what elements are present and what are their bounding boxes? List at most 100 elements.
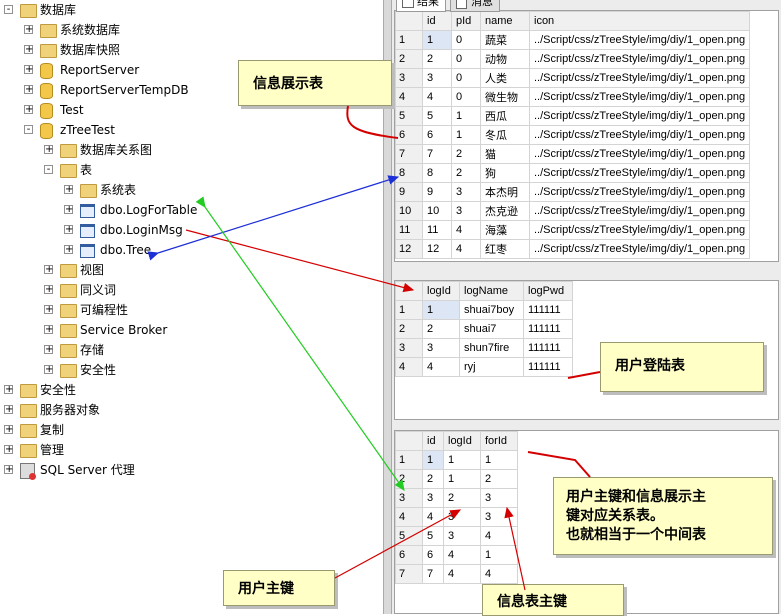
row-number[interactable]: 1 bbox=[395, 30, 423, 50]
table-row[interactable]: 1 1 0 蔬菜 ../Script/css/zTreeStyle/img/diy/1_… bbox=[395, 30, 751, 50]
table-cell[interactable]: 1 bbox=[451, 106, 481, 126]
table-cell[interactable]: 9 bbox=[422, 182, 452, 202]
table-row[interactable]: 10 10 3 杰克逊 ../Script/css/zTreeStyle/img/diy… bbox=[395, 201, 751, 221]
table-cell[interactable]: 4 bbox=[443, 564, 481, 584]
table-row[interactable]: 8 8 2 狗 ../Script/css/zTreeStyle/img/diy/1_o… bbox=[395, 163, 751, 183]
table-cell[interactable]: 4 bbox=[422, 87, 452, 107]
table-cell[interactable]: 111111 bbox=[523, 300, 573, 320]
table-cell[interactable]: ../Script/css/zTreeStyle/img/diy/1_open.… bbox=[528, 125, 751, 145]
collapse-icon[interactable]: - bbox=[4, 5, 13, 15]
table-cell[interactable]: ../Script/css/zTreeStyle/img/diy/1_open.… bbox=[528, 182, 751, 202]
row-number[interactable]: 11 bbox=[395, 220, 423, 240]
table-cell[interactable]: 4 bbox=[422, 357, 460, 377]
row-number[interactable]: 6 bbox=[395, 545, 423, 565]
table-row[interactable]: 9 9 3 本杰明 ../Script/css/zTreeStyle/img/diy/1… bbox=[395, 182, 751, 202]
table-cell[interactable]: 4 bbox=[443, 545, 481, 565]
row-number[interactable]: 2 bbox=[395, 319, 423, 339]
column-header[interactable]: logId bbox=[443, 431, 481, 451]
table-cell[interactable]: 3 bbox=[422, 488, 444, 508]
expand-icon[interactable]: + bbox=[44, 305, 53, 315]
table-row[interactable]: 3 3 0 人类 ../Script/css/zTreeStyle/img/diy/1_… bbox=[395, 68, 751, 88]
expand-icon[interactable]: + bbox=[44, 325, 53, 335]
row-number[interactable]: 4 bbox=[395, 507, 423, 527]
expand-icon[interactable]: + bbox=[4, 425, 13, 435]
table-cell[interactable]: 2 bbox=[422, 469, 444, 489]
table-row[interactable]: 3 3 shun7fire 111111 bbox=[395, 338, 573, 358]
tree-table-grid[interactable]: id pId name icon 1 1 0 蔬菜 ../Script/css/zTreeSty… bbox=[394, 10, 779, 262]
table-cell[interactable]: shuai7 bbox=[459, 319, 524, 339]
table-cell[interactable]: 海藻 bbox=[480, 220, 530, 240]
table-row[interactable]: 6 6 1 冬瓜 ../Script/css/zTreeStyle/img/diy/1_… bbox=[395, 125, 751, 145]
table-cell[interactable]: 111111 bbox=[523, 357, 573, 377]
row-number[interactable]: 8 bbox=[395, 163, 423, 183]
table-row[interactable]: 1 1 shuai7boy 111111 bbox=[395, 300, 573, 320]
table-cell[interactable]: 3 bbox=[443, 507, 481, 527]
table-cell[interactable]: 3 bbox=[480, 507, 518, 527]
row-number[interactable]: 3 bbox=[395, 68, 423, 88]
table-cell[interactable]: 2 bbox=[422, 319, 460, 339]
table-row[interactable]: 6641 bbox=[395, 545, 518, 565]
table-cell[interactable]: 0 bbox=[451, 30, 481, 50]
table-cell[interactable]: 10 bbox=[422, 201, 452, 221]
table-cell[interactable]: 3 bbox=[480, 488, 518, 508]
table-cell[interactable]: 动物 bbox=[480, 49, 530, 69]
expand-icon[interactable]: + bbox=[64, 205, 73, 215]
table-cell[interactable]: ryj bbox=[459, 357, 524, 377]
table-cell[interactable]: 111111 bbox=[523, 338, 573, 358]
table-cell[interactable]: 2 bbox=[422, 49, 452, 69]
corner-cell[interactable] bbox=[395, 281, 423, 301]
row-number[interactable]: 10 bbox=[395, 201, 423, 221]
table-row[interactable]: 2 2 shuai7 111111 bbox=[395, 319, 573, 339]
table-cell[interactable]: 7 bbox=[422, 564, 444, 584]
expand-icon[interactable]: + bbox=[44, 265, 53, 275]
table-cell[interactable]: 猫 bbox=[480, 144, 530, 164]
table-cell[interactable]: 蔬菜 bbox=[480, 30, 530, 50]
expand-icon[interactable]: + bbox=[24, 25, 33, 35]
table-cell[interactable]: 2 bbox=[443, 488, 481, 508]
table-cell[interactable]: 4 bbox=[480, 526, 518, 546]
collapse-icon[interactable]: - bbox=[44, 165, 53, 175]
table-cell[interactable]: 本杰明 bbox=[480, 182, 530, 202]
row-number[interactable]: 5 bbox=[395, 106, 423, 126]
column-header[interactable]: id bbox=[422, 431, 444, 451]
row-number[interactable]: 7 bbox=[395, 144, 423, 164]
table-cell[interactable]: 4 bbox=[422, 507, 444, 527]
table-cell[interactable]: 0 bbox=[451, 68, 481, 88]
table-cell[interactable]: 6 bbox=[422, 125, 452, 145]
column-header[interactable]: logPwd bbox=[523, 281, 573, 301]
table-cell[interactable]: 111111 bbox=[523, 319, 573, 339]
table-cell[interactable]: ../Script/css/zTreeStyle/img/diy/1_open.… bbox=[528, 220, 751, 240]
row-number[interactable]: 4 bbox=[395, 357, 423, 377]
table-cell[interactable]: 3 bbox=[451, 201, 481, 221]
table-cell[interactable]: shun7fire bbox=[459, 338, 524, 358]
expand-icon[interactable]: + bbox=[64, 185, 73, 195]
row-number[interactable]: 7 bbox=[395, 564, 423, 584]
row-number[interactable]: 2 bbox=[395, 49, 423, 69]
expand-icon[interactable]: + bbox=[64, 245, 73, 255]
table-cell[interactable]: 7 bbox=[422, 144, 452, 164]
column-header[interactable]: forId bbox=[480, 431, 518, 451]
table-row[interactable]: 2212 bbox=[395, 469, 518, 489]
table-cell[interactable]: ../Script/css/zTreeStyle/img/diy/1_open.… bbox=[528, 30, 751, 50]
column-header[interactable]: icon bbox=[528, 11, 751, 31]
table-cell[interactable]: 1 bbox=[480, 545, 518, 565]
table-cell[interactable]: 2 bbox=[451, 144, 481, 164]
corner-cell[interactable] bbox=[395, 431, 423, 451]
table-row[interactable]: 4 4 0 微生物 ../Script/css/zTreeStyle/img/diy/1… bbox=[395, 87, 751, 107]
row-number[interactable]: 6 bbox=[395, 125, 423, 145]
table-cell[interactable]: ../Script/css/zTreeStyle/img/diy/1_open.… bbox=[528, 144, 751, 164]
table-cell[interactable]: 微生物 bbox=[480, 87, 530, 107]
expand-icon[interactable]: + bbox=[44, 345, 53, 355]
table-cell[interactable]: 人类 bbox=[480, 68, 530, 88]
table-row[interactable]: 1111 bbox=[395, 450, 518, 470]
table-cell[interactable]: 8 bbox=[422, 163, 452, 183]
table-cell[interactable]: ../Script/css/zTreeStyle/img/diy/1_open.… bbox=[528, 239, 751, 259]
row-number[interactable]: 9 bbox=[395, 182, 423, 202]
expand-icon[interactable]: + bbox=[24, 105, 33, 115]
table-cell[interactable]: 4 bbox=[451, 239, 481, 259]
expand-icon[interactable]: + bbox=[24, 45, 33, 55]
table-row[interactable]: 5534 bbox=[395, 526, 518, 546]
row-number[interactable]: 12 bbox=[395, 239, 423, 259]
table-row[interactable]: 12 12 4 红枣 ../Script/css/zTreeStyle/img/diy/… bbox=[395, 239, 751, 259]
table-cell[interactable]: 冬瓜 bbox=[480, 125, 530, 145]
